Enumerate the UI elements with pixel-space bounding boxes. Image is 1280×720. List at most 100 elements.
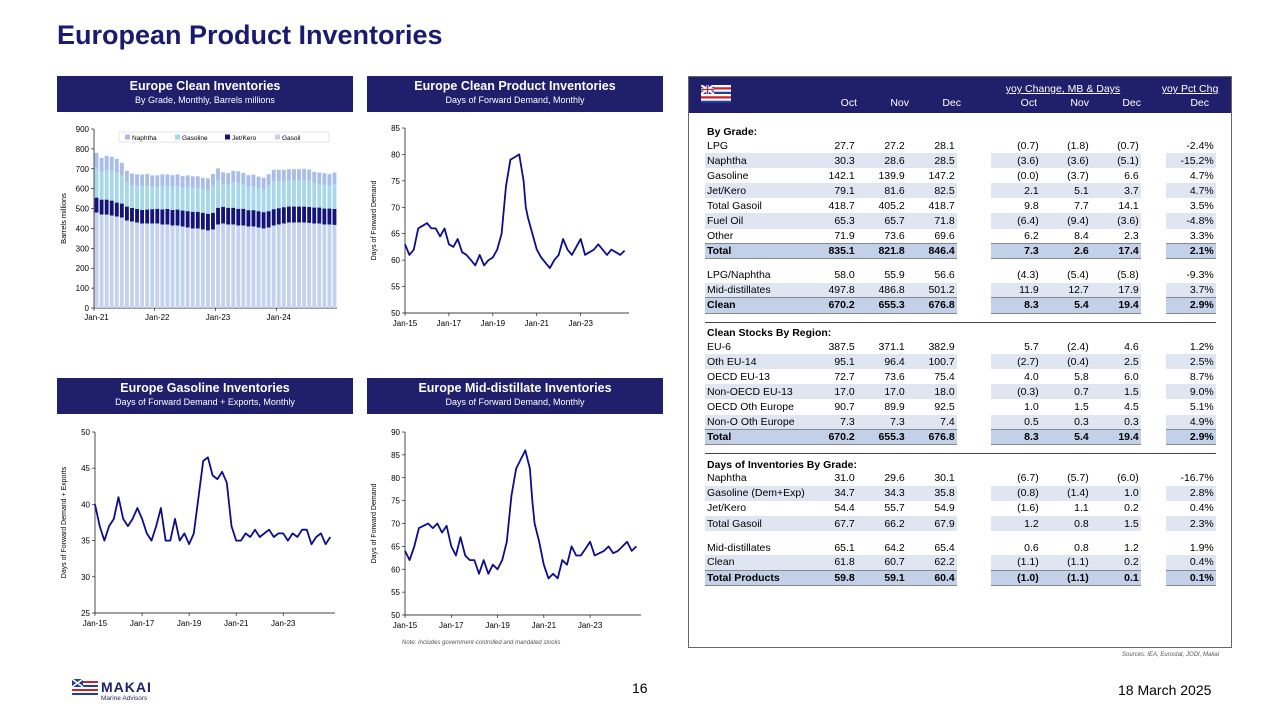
x-tick-label: Jan-21	[532, 621, 557, 630]
legend-label: Gasoil	[282, 135, 301, 142]
bar	[307, 206, 312, 223]
bar	[165, 186, 170, 209]
cell-value: 0.5	[990, 414, 1041, 430]
y-tick-label: 60	[391, 256, 400, 265]
table-row: Clean 61.8 60.7 62.2 (1.1) (1.1) 0.2 0.4%	[705, 555, 1216, 571]
bar	[175, 185, 180, 210]
cell-value: 54.4	[834, 502, 855, 515]
cell-value: 58.0	[834, 269, 855, 282]
bar	[104, 214, 109, 308]
bar	[216, 179, 220, 208]
row-label: Gasoline (Dem+Exp)	[705, 485, 807, 501]
bar	[281, 207, 286, 224]
series-line	[404, 449, 638, 580]
chart-legend: Naphtha Gasoline Jet/Kero Gasoil	[118, 131, 330, 143]
bar	[205, 178, 210, 190]
cell-value: 65.1	[834, 541, 855, 554]
section-heading-row: By Grade:	[705, 121, 1216, 138]
header-col: Nov	[1070, 97, 1089, 109]
spacer	[1141, 168, 1166, 183]
cell-value: (3.7)	[1067, 169, 1089, 182]
bar	[200, 212, 205, 230]
cell-value: -15.2%	[1165, 153, 1216, 169]
bar	[205, 230, 210, 308]
bar	[271, 209, 276, 226]
cell-value: (1.8)	[1067, 139, 1089, 152]
spacer	[957, 471, 991, 486]
cell-value: 4.6	[1124, 340, 1139, 353]
cell-value: 90.7	[834, 400, 855, 413]
bar	[211, 185, 215, 213]
bar	[160, 185, 165, 210]
bar	[114, 216, 119, 308]
bar	[140, 186, 145, 210]
cell-value: 670.2	[806, 429, 857, 446]
bar	[155, 186, 160, 209]
cell-value: 0.4%	[1165, 555, 1216, 571]
bar	[145, 209, 150, 224]
y-tick-label: 65	[391, 230, 400, 239]
cell-value: 2.5	[1090, 354, 1141, 370]
section-gap	[705, 259, 1216, 268]
bar	[109, 215, 114, 308]
bar	[135, 174, 139, 186]
table-row: Naphtha 30.3 28.6 28.5 (3.6) (3.6) (5.1) -15.2%	[705, 153, 1216, 169]
cell-value: 655.3	[856, 429, 907, 446]
bar	[185, 211, 190, 228]
bar	[266, 185, 271, 212]
y-tick-label: 50	[391, 309, 400, 318]
spacer	[957, 229, 991, 244]
bar	[276, 169, 281, 182]
section-gap-cell	[705, 259, 1216, 268]
chart-panel-clean-product-days: Europe Clean Product Inventories Days of…	[367, 76, 663, 332]
table-row: Non-OECD EU-13 17.0 17.0 18.0 (0.3) 0.7 1.5 9.0…	[705, 384, 1216, 400]
y-tick-label: 50	[391, 611, 400, 620]
bar	[155, 223, 160, 308]
bar	[185, 186, 190, 212]
bar	[231, 170, 236, 183]
cell-value: 2.9%	[1165, 297, 1216, 314]
table-row: OECD EU-13 72.7 73.6 75.4 4.0 5.8 6.0 8.7%	[705, 369, 1216, 384]
cell-value: (0.4)	[1040, 354, 1091, 370]
spacer	[1141, 399, 1166, 414]
cell-value: 2.3%	[1165, 515, 1216, 532]
cell-value: 1.2%	[1189, 340, 1214, 353]
bar	[241, 225, 246, 308]
bar	[256, 188, 261, 212]
row-label: Clean	[705, 297, 807, 314]
cell-value: 61.8	[806, 555, 857, 571]
bar	[140, 209, 145, 224]
cell-value: (1.1)	[1040, 569, 1091, 586]
cell-value: 17.0	[856, 384, 907, 400]
bar	[231, 182, 236, 208]
cell-value: 7.4	[906, 414, 957, 430]
spacer	[957, 486, 991, 501]
y-tick-label: 300	[76, 244, 90, 253]
spacer	[1141, 430, 1166, 445]
bar	[119, 217, 124, 308]
cell-value: 54.9	[934, 502, 955, 515]
bar	[170, 225, 175, 308]
y-tick-label: 85	[391, 451, 400, 460]
bar	[94, 167, 99, 198]
table-row: Oth EU-14 95.1 96.4 100.7 (2.7) (0.4) 2.5 2.5%	[705, 354, 1216, 370]
row-label: LPG/Naphtha	[707, 269, 771, 282]
row-label: Total Gasoil	[705, 515, 807, 532]
series-line	[94, 456, 332, 546]
cell-value: 8.7%	[1189, 370, 1214, 383]
cell-value: 65.3	[806, 213, 857, 229]
bar	[211, 173, 215, 186]
bar	[307, 181, 312, 207]
bar	[211, 212, 215, 230]
table-total-row: Total 670.2 655.3 676.8 8.3 5.4 19.4 2.9%	[705, 429, 1216, 446]
bar	[195, 187, 200, 212]
cell-value: 18.0	[906, 384, 957, 400]
bar	[297, 180, 301, 207]
x-tick-label: Jan-19	[485, 621, 510, 630]
cell-value: 35.8	[906, 485, 957, 501]
cell-value: 2.9%	[1165, 429, 1216, 446]
y-tick-label: 65	[391, 542, 400, 551]
report-date: 18 March 2025	[1118, 682, 1212, 698]
spacer	[1141, 268, 1166, 283]
cell-value: (5.1)	[1090, 153, 1141, 169]
